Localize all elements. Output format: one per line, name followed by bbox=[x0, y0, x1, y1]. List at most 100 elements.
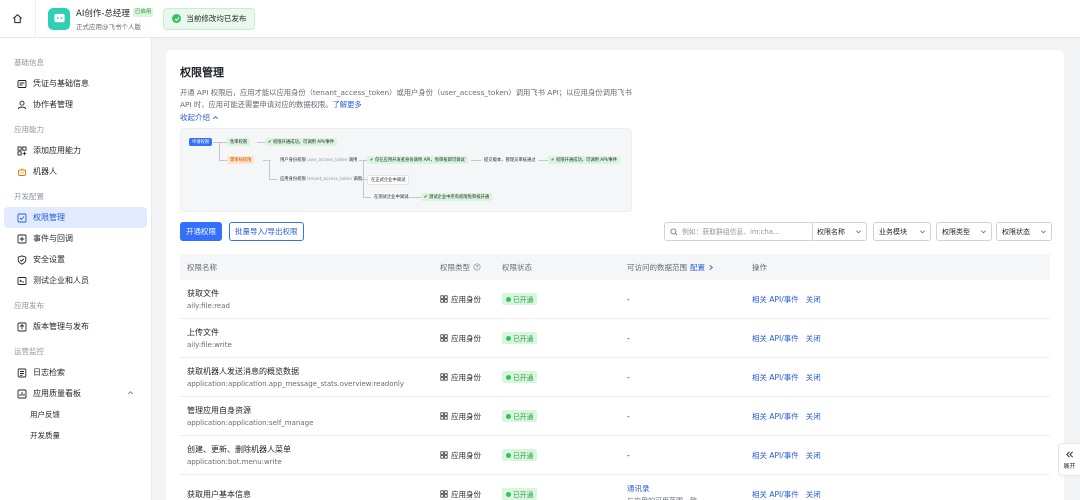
app-identity-icon bbox=[440, 490, 448, 498]
sidebar-item-log-search[interactable]: 日志检索 bbox=[4, 362, 147, 383]
status-text: 已开通 bbox=[513, 491, 534, 499]
related-api-link[interactable]: 相关 API/事件 bbox=[752, 450, 799, 461]
close-permission-link[interactable]: 关闭 bbox=[806, 450, 821, 461]
search-box[interactable] bbox=[664, 222, 813, 241]
toast-text: 当前修改均已发布 bbox=[186, 14, 247, 23]
flow-user-call: 调用 bbox=[348, 158, 358, 163]
nav-section-basic: 基础信息 bbox=[14, 58, 44, 67]
perm-scope-cell: - bbox=[627, 373, 752, 382]
perm-type-cell: 应用身份 bbox=[440, 372, 502, 383]
perm-scope-cell: - bbox=[627, 295, 752, 304]
related-api-link[interactable]: 相关 API/事件 bbox=[752, 411, 799, 422]
sidebar-item-add-capability[interactable]: 添加应用能力 bbox=[4, 140, 147, 161]
perm-type-cell: 应用身份 bbox=[440, 333, 502, 344]
perm-name-cell: 上传文件 aily:file:write bbox=[180, 327, 440, 349]
page-description-text: 开通 API 权限后，应用才能以应用身份（tenant_access_token… bbox=[180, 88, 632, 109]
status-dot-icon bbox=[506, 296, 511, 302]
perm-code: application:bot.menu:write bbox=[187, 458, 282, 466]
related-api-link[interactable]: 相关 API/事件 bbox=[752, 372, 799, 383]
robot-icon bbox=[17, 167, 27, 177]
status-badge: 已开通 bbox=[502, 449, 538, 461]
sidebar-item-label: 协作者管理 bbox=[33, 100, 73, 109]
sidebar-item-events[interactable]: 事件与回调 bbox=[4, 228, 147, 249]
sidebar-item-credentials[interactable]: 凭证与基础信息 bbox=[4, 73, 147, 94]
app-title: AI创作-总经理 bbox=[76, 8, 130, 19]
chevron-up-icon bbox=[213, 116, 218, 120]
sidebar-item-label: 测试企业和人员 bbox=[33, 276, 89, 285]
related-api-link[interactable]: 相关 API/事件 bbox=[752, 489, 799, 500]
flow-step-test-text: 仅在应用开发者身份调用 API，免审核即可调试 bbox=[374, 158, 465, 163]
learn-more-link[interactable]: 了解更多 bbox=[333, 100, 362, 109]
close-permission-link[interactable]: 关闭 bbox=[806, 333, 821, 344]
version-icon bbox=[17, 322, 27, 332]
filter-business-module[interactable]: 业务模块 bbox=[873, 222, 931, 241]
perm-name: 获取机器人发送消息的概览数据 bbox=[187, 367, 299, 376]
status-text: 已开通 bbox=[513, 413, 534, 421]
app-info: AI创作-总经理 已启用 正式应用@飞书个人版 bbox=[76, 7, 154, 31]
perm-scope: - bbox=[627, 333, 630, 343]
filter-permission-type[interactable]: 权限类型 bbox=[936, 222, 992, 241]
flow-node-test-result: ✔ 测试企业中所有权限免审核开通 bbox=[421, 193, 493, 201]
status-badge: 已开通 bbox=[502, 410, 538, 422]
sidebar-item-label: 应用质量看板 bbox=[33, 389, 81, 398]
sidebar-subitem-user-feedback[interactable]: 用户反馈 bbox=[0, 404, 151, 425]
permission-toolbar: 开通权限 批量导入/导出权限 权限名称 业务模块 权限类型 权限状态 bbox=[180, 222, 1052, 242]
search-input[interactable] bbox=[682, 227, 792, 236]
perm-type: 应用身份 bbox=[451, 489, 481, 499]
flow-app-token: tenant_access_token bbox=[307, 177, 353, 182]
sidebar-item-test-enterprise[interactable]: 测试企业和人员 bbox=[4, 270, 147, 291]
perm-scope: - bbox=[627, 372, 630, 382]
search-scope-select[interactable]: 权限名称 bbox=[812, 222, 867, 241]
related-api-link[interactable]: 相关 API/事件 bbox=[752, 333, 799, 344]
app-identity-icon bbox=[440, 295, 448, 303]
scope-config-link[interactable]: 配置 bbox=[690, 262, 705, 273]
sidebar-item-quality-dashboard[interactable]: 应用质量看板 bbox=[4, 383, 147, 404]
filter-label: 业务模块 bbox=[879, 227, 907, 236]
perm-name: 创建、更新、删除机器人菜单 bbox=[187, 445, 291, 454]
sidebar-item-permissions[interactable]: 权限管理 bbox=[4, 207, 147, 228]
perm-type-cell: 应用身份 bbox=[440, 411, 502, 422]
filter-permission-status[interactable]: 权限状态 bbox=[996, 222, 1052, 241]
close-permission-link[interactable]: 关闭 bbox=[806, 411, 821, 422]
help-icon[interactable] bbox=[473, 263, 481, 271]
perm-status-cell: 已开通 bbox=[502, 410, 627, 422]
sidebar: 基础信息 凭证与基础信息 协作者管理 应用能力 添加应用能力 机器人 开发配置 … bbox=[0, 38, 152, 500]
sidebar-item-versions[interactable]: 版本管理与发布 bbox=[4, 316, 147, 337]
col-header-scope-label: 可访问的数据范围 bbox=[627, 262, 687, 272]
enable-permission-button[interactable]: 开通权限 bbox=[180, 222, 222, 241]
col-header-scope: 可访问的数据范围 配置 bbox=[627, 262, 752, 273]
chevron-right-icon bbox=[709, 264, 713, 270]
perm-type: 应用身份 bbox=[451, 450, 481, 460]
related-api-link[interactable]: 相关 API/事件 bbox=[752, 294, 799, 305]
flow-node-no-review-result: ✔ 权限开通成功，可调用 API/事件 bbox=[265, 138, 338, 146]
flow-node-user-perm: 用户身份权限 user_access_token 调用 bbox=[277, 156, 360, 164]
table-row: 上传文件 aily:file:write 应用身份 已开通 - 相关 API/事件 关闭 bbox=[180, 319, 1050, 358]
app-subtitle: 正式应用@飞书个人版 bbox=[76, 22, 141, 31]
perm-scope[interactable]: 通讯录 bbox=[627, 483, 752, 494]
sidebar-item-collaborators[interactable]: 协作者管理 bbox=[4, 94, 147, 115]
close-permission-link[interactable]: 关闭 bbox=[806, 372, 821, 383]
batch-import-export-button[interactable]: 批量导入/导出权限 bbox=[229, 222, 304, 241]
flow-user-perm-label: 用户身份权限 bbox=[280, 158, 306, 163]
close-permission-link[interactable]: 关闭 bbox=[806, 489, 821, 500]
perm-type: 应用身份 bbox=[451, 372, 481, 382]
sidebar-item-label: 日志检索 bbox=[33, 368, 65, 377]
home-button[interactable] bbox=[0, 0, 36, 38]
perm-code: application:application:self_manage bbox=[187, 419, 314, 427]
sidebar-item-label: 事件与回调 bbox=[33, 234, 73, 243]
perm-scope-cell: 通讯录与应用的可用范围一致 bbox=[627, 483, 752, 500]
expand-panel-tab[interactable]: 展开 bbox=[1058, 443, 1080, 476]
table-body: 获取文件 aily:file:read 应用身份 已开通 - 相关 API/事件 关闭 上传文… bbox=[180, 280, 1050, 500]
close-permission-link[interactable]: 关闭 bbox=[806, 294, 821, 305]
sidebar-item-security[interactable]: 安全设置 bbox=[4, 249, 147, 270]
sidebar-item-robot[interactable]: 机器人 bbox=[4, 161, 147, 182]
filter-label: 权限类型 bbox=[942, 227, 970, 236]
col-header-name: 权限名称 bbox=[187, 262, 217, 272]
publish-status-toast: 当前修改均已发布 bbox=[163, 7, 256, 30]
sidebar-subitem-dev-quality[interactable]: 开发质量 bbox=[0, 425, 151, 446]
collapse-intro-link[interactable]: 收起介绍 bbox=[180, 112, 1050, 123]
status-text: 已开通 bbox=[513, 452, 534, 460]
perm-name-cell: 获取机器人发送消息的概览数据 application:application.ap… bbox=[180, 366, 440, 388]
status-badge: 已开通 bbox=[502, 293, 538, 305]
sidebar-item-label: 权限管理 bbox=[33, 213, 65, 222]
